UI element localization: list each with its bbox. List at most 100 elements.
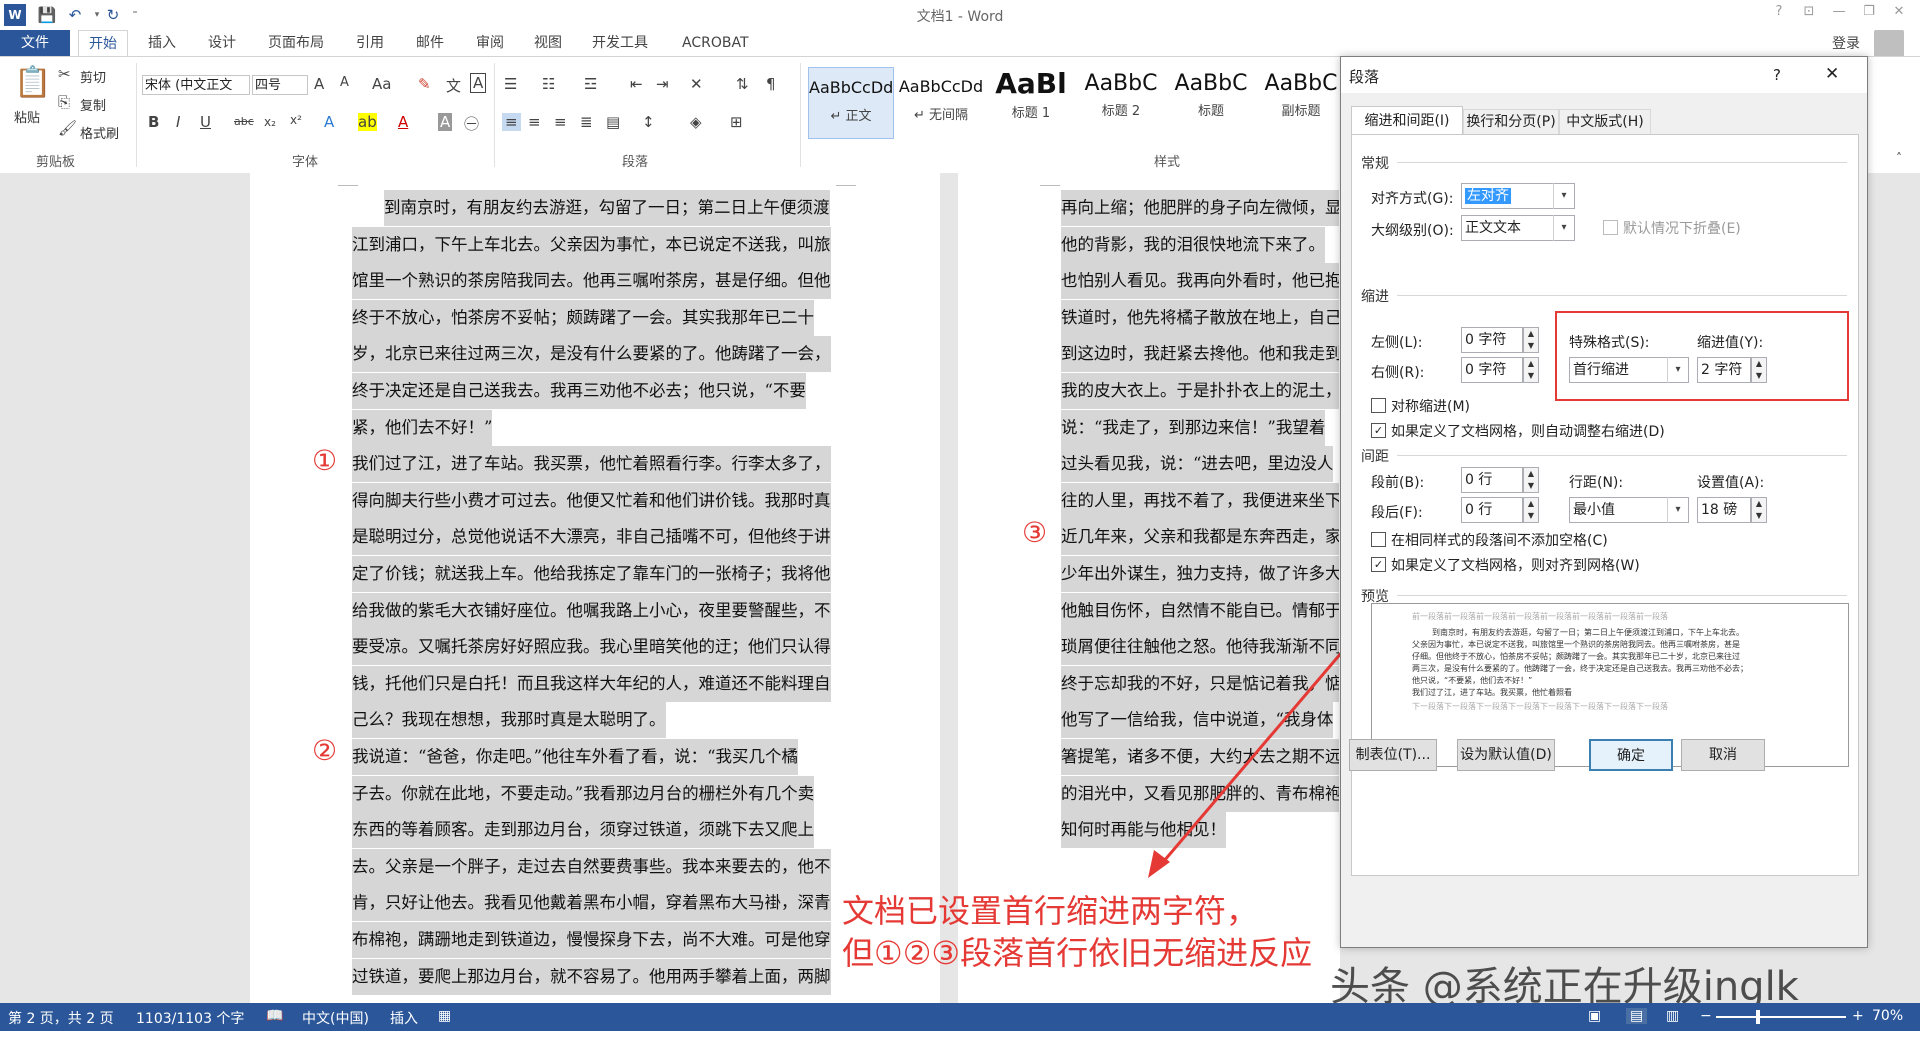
- char-shading-icon[interactable]: A: [438, 113, 453, 131]
- format-painter-button[interactable]: 格式刷: [80, 123, 119, 142]
- font-size-combo[interactable]: 四号: [252, 75, 308, 95]
- page-count[interactable]: 第 2 页，共 2 页: [8, 1008, 114, 1028]
- underline-icon[interactable]: U: [200, 113, 211, 131]
- tab-view[interactable]: 视图: [534, 30, 562, 56]
- macro-icon[interactable]: ▦: [438, 1008, 451, 1024]
- at-spinner[interactable]: ▲ ▼: [1751, 497, 1767, 523]
- login-link[interactable]: 登录: [1832, 33, 1860, 53]
- help-button[interactable]: ?: [1766, 4, 1792, 26]
- mirror-indent-checkbox[interactable]: [1371, 398, 1386, 413]
- zoom-in-icon[interactable]: +: [1852, 1008, 1864, 1024]
- avatar[interactable]: [1874, 30, 1904, 58]
- line-spacing-icon[interactable]: ↕: [642, 113, 655, 131]
- style-heading-2[interactable]: AaBbC 标题 2: [1078, 67, 1164, 139]
- right-indent-input[interactable]: 0 字符: [1461, 357, 1523, 383]
- language[interactable]: 中文(中国): [302, 1008, 369, 1028]
- restore-button[interactable]: ❐: [1856, 4, 1882, 26]
- space-before-spinner[interactable]: ▲ ▼: [1523, 467, 1539, 493]
- multilevel-list-icon[interactable]: ☲: [584, 75, 597, 93]
- change-case-icon[interactable]: Aa: [372, 75, 391, 93]
- set-default-button[interactable]: 设为默认值(D): [1457, 739, 1555, 771]
- zoom-out-icon[interactable]: −: [1700, 1008, 1712, 1024]
- minimize-button[interactable]: —: [1826, 4, 1852, 26]
- no-space-checkbox[interactable]: [1371, 532, 1386, 547]
- sort-icon[interactable]: ⇅: [736, 75, 749, 93]
- tab-review[interactable]: 审阅: [476, 30, 504, 56]
- at-input[interactable]: 18 磅: [1697, 497, 1751, 523]
- space-after-spinner[interactable]: ▲ ▼: [1523, 497, 1539, 523]
- left-indent-input[interactable]: 0 字符: [1461, 327, 1523, 353]
- text-effects-icon[interactable]: A: [324, 113, 334, 131]
- indent-by-input[interactable]: 2 字符: [1697, 357, 1751, 383]
- line-spacing-select[interactable]: 最小值 ▾: [1569, 497, 1689, 523]
- dialog-close-button[interactable]: ✕: [1825, 64, 1839, 84]
- italic-icon[interactable]: I: [176, 113, 180, 131]
- proofing-icon[interactable]: 📖: [266, 1008, 283, 1024]
- cut-icon[interactable]: ✂: [58, 65, 71, 83]
- ribbon-display-button[interactable]: ⊡: [1796, 4, 1822, 26]
- zoom-slider-thumb[interactable]: [1756, 1010, 1760, 1024]
- space-after-input[interactable]: 0 行: [1461, 497, 1523, 523]
- tab-indents-spacing[interactable]: 缩进和间距(I): [1351, 106, 1463, 135]
- style-no-spacing[interactable]: AaBbCcDd ↵ 无间隔: [898, 67, 984, 139]
- outline-level-select[interactable]: 正文文本 ▾: [1461, 215, 1575, 241]
- tab-mailings[interactable]: 邮件: [416, 30, 444, 56]
- tab-references[interactable]: 引用: [356, 30, 384, 56]
- bullets-icon[interactable]: ☰: [504, 75, 517, 93]
- numbering-icon[interactable]: ☷: [542, 75, 555, 93]
- tab-acrobat[interactable]: ACROBAT: [682, 30, 749, 56]
- align-left-icon[interactable]: ≡: [502, 113, 521, 131]
- chinese-layout-icon[interactable]: ✕: [690, 75, 703, 93]
- print-layout-icon[interactable]: ▤: [1626, 1008, 1648, 1024]
- char-border-icon[interactable]: A: [470, 73, 487, 93]
- tabs-button[interactable]: 制表位(T)...: [1349, 739, 1437, 771]
- shading-icon[interactable]: ◈: [690, 113, 702, 131]
- strikethrough-icon[interactable]: abc: [234, 115, 254, 128]
- word-count[interactable]: 1103/1103 个字: [136, 1008, 244, 1028]
- special-format-select[interactable]: 首行缩进 ▾: [1569, 357, 1689, 383]
- collapse-checkbox[interactable]: [1603, 220, 1618, 235]
- tab-layout[interactable]: 页面布局: [268, 30, 324, 56]
- cut-button[interactable]: 剪切: [80, 67, 106, 86]
- web-layout-icon[interactable]: ▥: [1666, 1008, 1679, 1024]
- highlight-icon[interactable]: ab: [358, 113, 377, 131]
- close-button[interactable]: ✕: [1886, 4, 1912, 26]
- grow-font-icon[interactable]: A: [314, 75, 324, 93]
- ok-button[interactable]: 确定: [1589, 739, 1673, 771]
- subscript-icon[interactable]: x₂: [264, 115, 276, 129]
- style-normal[interactable]: AaBbCcDd ↵ 正文: [808, 67, 894, 139]
- paste-icon[interactable]: 📋: [14, 65, 51, 100]
- tab-insert[interactable]: 插入: [148, 30, 176, 56]
- style-heading-1[interactable]: AaBl 标题 1: [988, 67, 1074, 139]
- alignment-select[interactable]: 左对齐 ▾: [1461, 183, 1575, 209]
- borders-icon[interactable]: ⊞: [730, 113, 743, 131]
- tab-asian-typography[interactable]: 中文版式(H): [1559, 109, 1651, 135]
- dialog-help-button[interactable]: ?: [1773, 66, 1781, 84]
- read-mode-icon[interactable]: ▣: [1588, 1008, 1601, 1024]
- copy-button[interactable]: 复制: [80, 95, 106, 114]
- font-color-icon[interactable]: A: [398, 113, 408, 131]
- right-indent-spinner[interactable]: ▲ ▼: [1523, 357, 1539, 383]
- style-subtitle[interactable]: AaBbC 副标题: [1258, 67, 1344, 139]
- increase-indent-icon[interactable]: ⇥: [656, 75, 669, 93]
- font-name-combo[interactable]: 宋体 (中文正文: [142, 75, 250, 95]
- shrink-font-icon[interactable]: A: [340, 75, 349, 90]
- justify-icon[interactable]: ≣: [580, 113, 593, 131]
- auto-adjust-checkbox[interactable]: ✓: [1371, 423, 1386, 438]
- show-marks-icon[interactable]: ¶: [766, 75, 776, 93]
- align-right-icon[interactable]: ≡: [554, 113, 567, 131]
- bold-icon[interactable]: B: [148, 113, 159, 131]
- tab-design[interactable]: 设计: [208, 30, 236, 56]
- align-center-icon[interactable]: ≡: [528, 113, 541, 131]
- zoom-slider[interactable]: [1716, 1016, 1846, 1018]
- style-title[interactable]: AaBbC 标题: [1168, 67, 1254, 139]
- zoom-level[interactable]: 70%: [1872, 1008, 1903, 1024]
- phonetic-icon[interactable]: 文: [446, 75, 461, 96]
- tab-developer[interactable]: 开发工具: [592, 30, 648, 56]
- tab-line-page-breaks[interactable]: 换行和分页(P): [1463, 109, 1559, 135]
- collapse-ribbon-icon[interactable]: ˄: [1896, 151, 1902, 165]
- copy-icon[interactable]: ⎘: [58, 93, 70, 111]
- decrease-indent-icon[interactable]: ⇤: [630, 75, 643, 93]
- space-before-input[interactable]: 0 行: [1461, 467, 1523, 493]
- insert-mode[interactable]: 插入: [390, 1008, 418, 1028]
